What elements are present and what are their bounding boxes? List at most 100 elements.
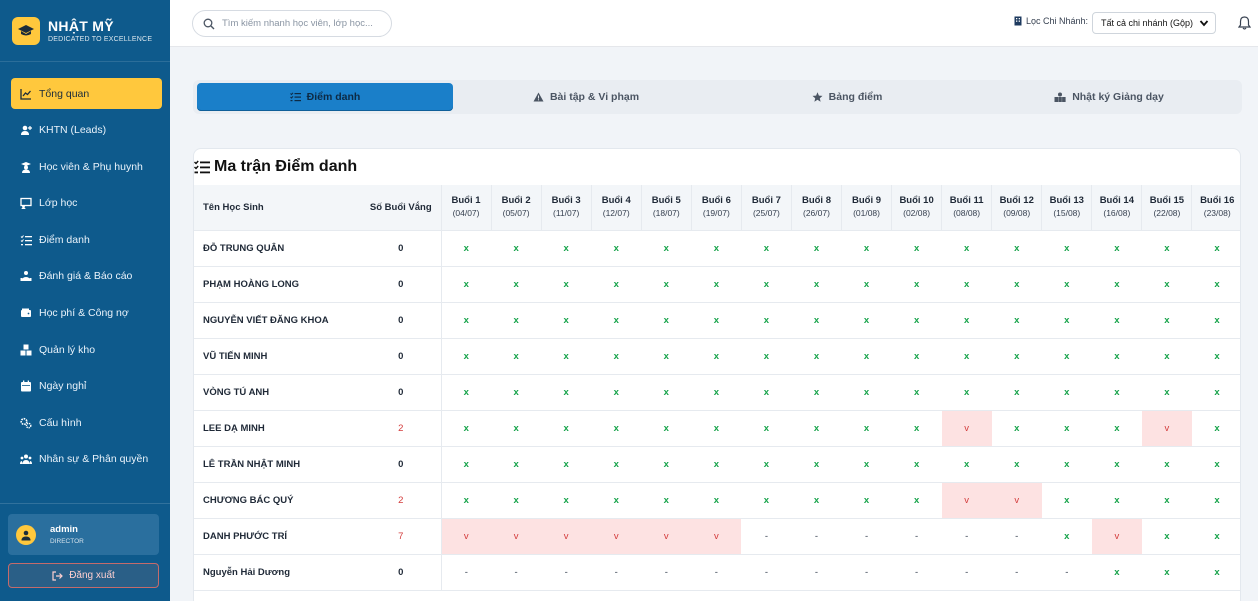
attendance-cell[interactable]: - — [841, 554, 892, 591]
attendance-cell[interactable]: v — [991, 482, 1042, 519]
attendance-cell[interactable]: x — [441, 482, 492, 519]
attendance-cell[interactable]: x — [691, 266, 742, 303]
attendance-cell[interactable]: - — [741, 554, 792, 591]
attendance-cell[interactable]: v — [641, 518, 692, 555]
attendance-cell[interactable]: x — [891, 482, 942, 519]
attendance-cell[interactable]: x — [641, 302, 692, 339]
logout-button[interactable]: Đăng xuất — [8, 563, 159, 588]
attendance-cell[interactable]: x — [1041, 410, 1092, 447]
attendance-cell[interactable]: x — [1041, 518, 1092, 555]
attendance-cell[interactable]: x — [641, 338, 692, 375]
attendance-cell[interactable]: x — [891, 338, 942, 375]
sidebar-item-nhan-su[interactable]: Nhân sự & Phân quyền — [11, 444, 162, 475]
attendance-cell[interactable]: x — [1041, 338, 1092, 375]
attendance-cell[interactable]: x — [841, 482, 892, 519]
attendance-cell[interactable]: x — [1141, 266, 1192, 303]
attendance-cell[interactable]: x — [541, 266, 592, 303]
attendance-cell[interactable]: x — [991, 374, 1042, 411]
attendance-cell[interactable]: x — [941, 446, 992, 483]
attendance-cell[interactable]: x — [791, 302, 842, 339]
attendance-cell[interactable]: x — [541, 410, 592, 447]
sidebar-item-hoc-vien[interactable]: Học viên & Phụ huynh — [11, 151, 162, 182]
sidebar-item-tong-quan[interactable]: Tổng quan — [11, 78, 162, 109]
attendance-cell[interactable]: x — [1191, 518, 1240, 555]
attendance-cell[interactable]: v — [691, 518, 742, 555]
attendance-cell[interactable]: - — [741, 518, 792, 555]
attendance-cell[interactable]: x — [791, 338, 842, 375]
attendance-cell[interactable]: x — [1041, 446, 1092, 483]
attendance-cell[interactable]: x — [741, 266, 792, 303]
tab-nhat-ky[interactable]: Nhật ký Giảng dạy — [979, 83, 1239, 111]
attendance-cell[interactable]: x — [1191, 338, 1240, 375]
table-row[interactable]: Nguyễn Hải Dương 0- - - - - - - - - - - - - x x x — [194, 554, 1240, 591]
attendance-cell[interactable]: x — [841, 410, 892, 447]
attendance-cell[interactable]: x — [791, 266, 842, 303]
attendance-cell[interactable]: - — [441, 554, 492, 591]
attendance-cell[interactable]: - — [991, 518, 1042, 555]
sidebar-item-diem-danh[interactable]: Điểm danh — [11, 224, 162, 255]
attendance-cell[interactable]: - — [691, 554, 742, 591]
attendance-cell[interactable]: x — [841, 338, 892, 375]
attendance-cell[interactable]: x — [891, 410, 942, 447]
attendance-cell[interactable]: x — [1191, 266, 1240, 303]
sidebar-item-khtn[interactable]: KHTN (Leads) — [11, 115, 162, 146]
attendance-cell[interactable]: x — [741, 302, 792, 339]
sidebar-item-danh-gia[interactable]: Đánh giá & Báo cáo — [11, 261, 162, 292]
attendance-cell[interactable]: x — [441, 302, 492, 339]
attendance-cell[interactable]: x — [691, 374, 742, 411]
attendance-cell[interactable]: x — [1141, 230, 1192, 267]
attendance-cell[interactable]: x — [1191, 230, 1240, 267]
attendance-cell[interactable]: x — [891, 302, 942, 339]
attendance-cell[interactable]: x — [691, 410, 742, 447]
attendance-cell[interactable]: x — [641, 482, 692, 519]
attendance-cell[interactable]: x — [641, 374, 692, 411]
attendance-cell[interactable]: x — [1041, 266, 1092, 303]
attendance-cell[interactable]: x — [1091, 302, 1142, 339]
attendance-cell[interactable]: x — [941, 374, 992, 411]
attendance-cell[interactable]: x — [491, 410, 542, 447]
attendance-cell[interactable]: x — [891, 374, 942, 411]
attendance-cell[interactable]: v — [1141, 410, 1192, 447]
attendance-cell[interactable]: v — [941, 482, 992, 519]
sidebar-item-hoc-phi[interactable]: Học phí & Công nợ — [11, 298, 162, 329]
attendance-cell[interactable]: x — [1191, 482, 1240, 519]
attendance-cell[interactable]: x — [1091, 338, 1142, 375]
attendance-cell[interactable]: x — [541, 374, 592, 411]
attendance-cell[interactable]: x — [941, 338, 992, 375]
attendance-cell[interactable]: x — [591, 446, 642, 483]
attendance-cell[interactable]: x — [941, 266, 992, 303]
attendance-cell[interactable]: - — [541, 554, 592, 591]
attendance-cell[interactable]: - — [941, 518, 992, 555]
attendance-cell[interactable]: x — [541, 302, 592, 339]
table-row[interactable]: ĐỖ TRUNG QUÂN 0 x x x x x x x x x x x x x x x x — [194, 230, 1240, 267]
attendance-cell[interactable]: x — [741, 230, 792, 267]
attendance-cell[interactable]: x — [1041, 374, 1092, 411]
sidebar-item-quan-ly-kho[interactable]: Quản lý kho — [11, 334, 162, 365]
attendance-cell[interactable]: v — [591, 518, 642, 555]
attendance-cell[interactable]: x — [1191, 554, 1240, 591]
attendance-cell[interactable]: - — [891, 518, 942, 555]
attendance-cell[interactable]: v — [441, 518, 492, 555]
attendance-cell[interactable]: x — [591, 266, 642, 303]
attendance-cell[interactable]: - — [791, 518, 842, 555]
attendance-cell[interactable]: x — [441, 230, 492, 267]
attendance-cell[interactable]: x — [741, 338, 792, 375]
attendance-cell[interactable]: x — [441, 374, 492, 411]
attendance-cell[interactable]: x — [491, 482, 542, 519]
attendance-cell[interactable]: x — [641, 230, 692, 267]
attendance-cell[interactable]: x — [1091, 482, 1142, 519]
attendance-cell[interactable]: x — [841, 302, 892, 339]
attendance-cell[interactable]: x — [1191, 446, 1240, 483]
attendance-cell[interactable]: x — [491, 338, 542, 375]
table-row[interactable]: CHƯƠNG BÁC QUÝ 2 x x x x x x x x x x v v x x x x — [194, 482, 1240, 519]
attendance-cell[interactable]: v — [491, 518, 542, 555]
attendance-cell[interactable]: x — [691, 482, 742, 519]
attendance-cell[interactable]: x — [1191, 302, 1240, 339]
attendance-cell[interactable]: x — [641, 266, 692, 303]
attendance-cell[interactable]: x — [441, 266, 492, 303]
attendance-cell[interactable]: x — [991, 446, 1042, 483]
attendance-cell[interactable]: - — [791, 554, 842, 591]
table-row[interactable]: NGUYỄN VIẾT ĐĂNG KHOA 0 x x x x x x x x x x x x x x x x — [194, 302, 1240, 339]
attendance-cell[interactable]: x — [591, 302, 642, 339]
table-row[interactable]: VŨ TIẾN MINH 0 x x x x x x x x x x x x x x x x — [194, 338, 1240, 375]
